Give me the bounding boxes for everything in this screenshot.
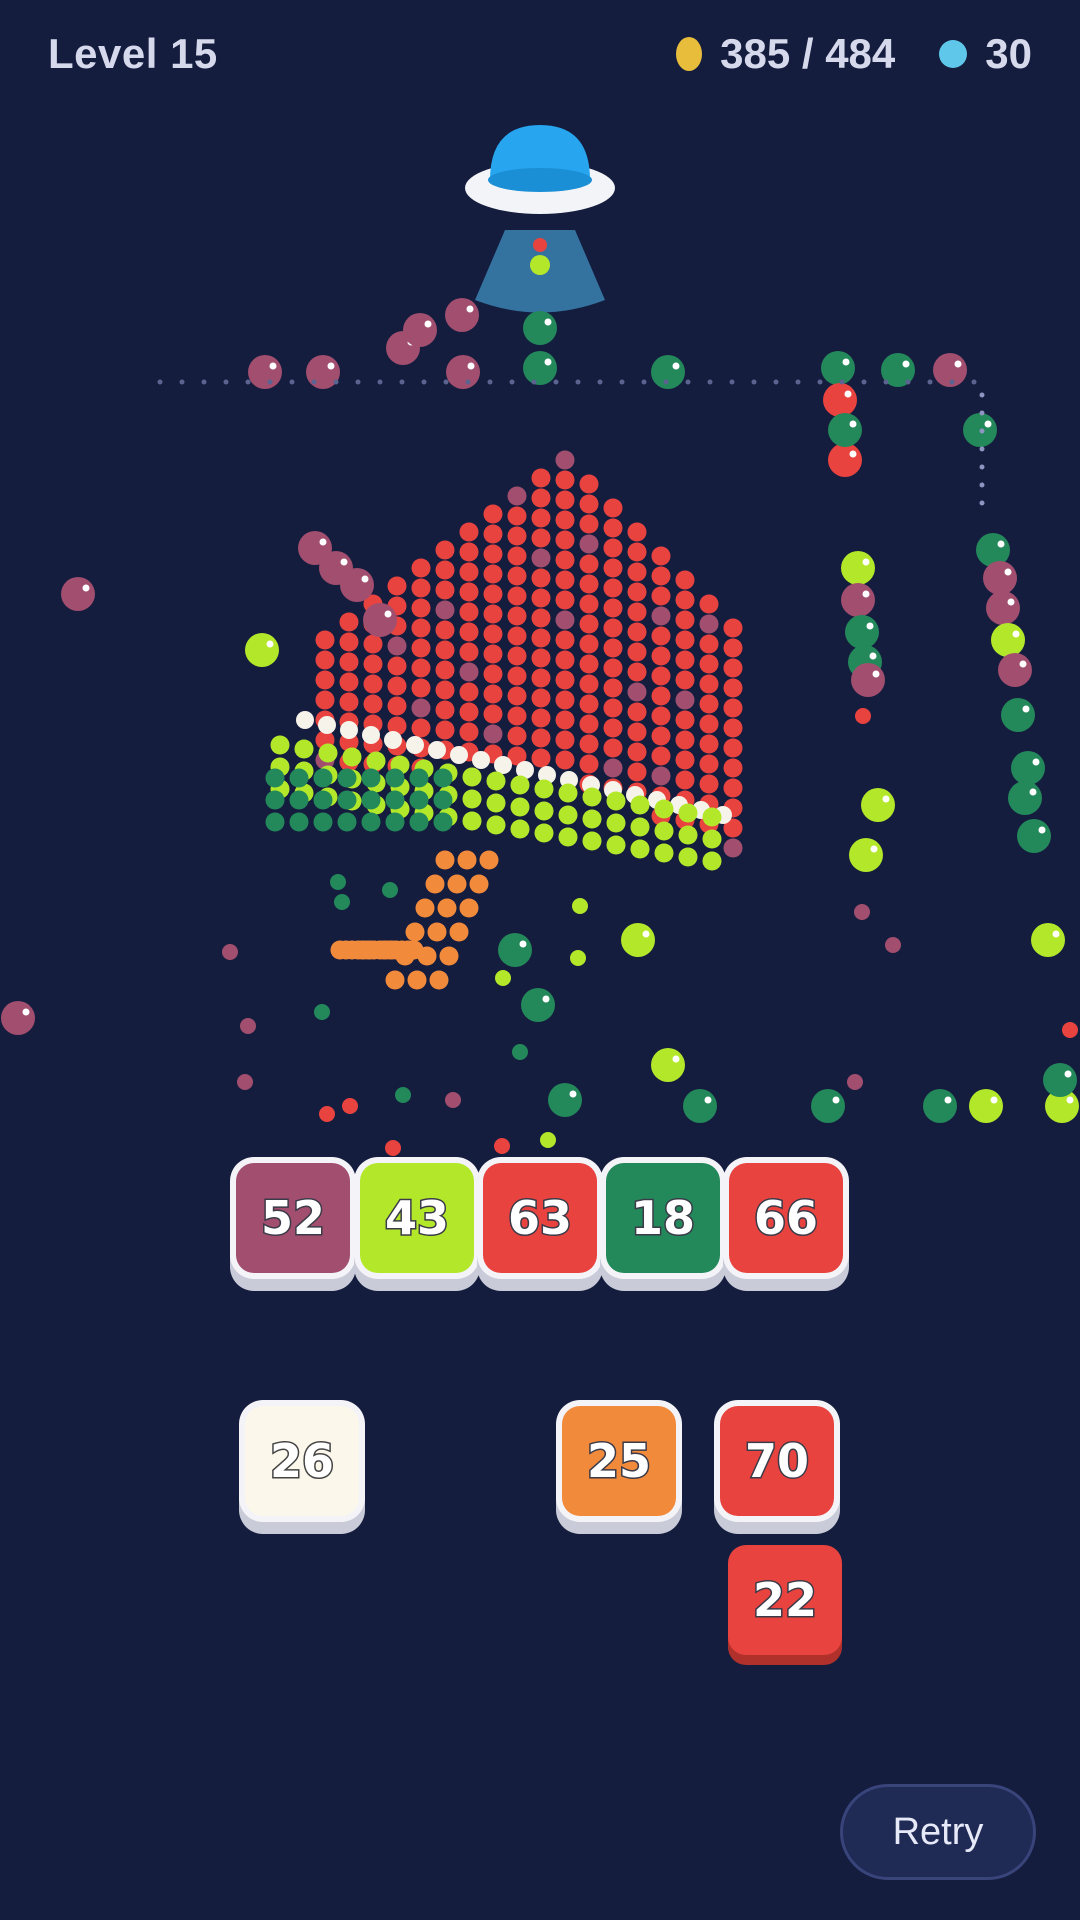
tray-tile-1[interactable]: 52 [236, 1163, 350, 1273]
currency-bar: 385 / 484 30 [676, 30, 1032, 78]
tray-tile-5[interactable]: 66 [729, 1163, 843, 1273]
ufo [465, 125, 615, 313]
retry-button[interactable]: Retry [840, 1784, 1036, 1880]
queue-tile-25[interactable]: 25 [562, 1406, 676, 1516]
level-label: Level 15 [48, 30, 218, 77]
tray-tile-2[interactable]: 43 [360, 1163, 474, 1273]
tray-tile-3[interactable]: 63 [483, 1163, 597, 1273]
ball-mosaic [265, 450, 743, 990]
tray-tile-4[interactable]: 18 [606, 1163, 720, 1273]
queue-tile-26[interactable]: 26 [245, 1406, 359, 1516]
coin-icon [676, 37, 703, 71]
gem-counter: 30 [985, 30, 1032, 77]
game-scene [1, 125, 1079, 1156]
queue-tile-70[interactable]: 70 [720, 1406, 834, 1516]
gem-icon [939, 40, 968, 68]
coin-counter: 385 / 484 [720, 30, 896, 77]
queue-tile-22[interactable]: 22 [728, 1545, 842, 1655]
